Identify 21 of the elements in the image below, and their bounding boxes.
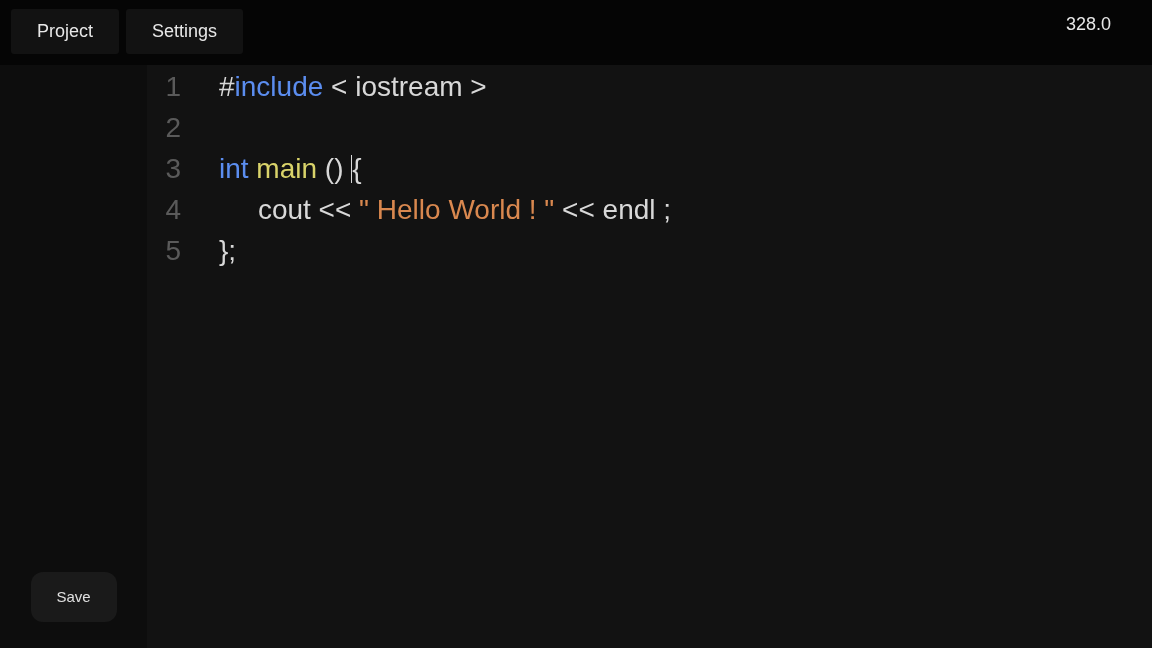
code-token: };	[219, 233, 237, 268]
counter-value: 328.0	[1065, 13, 1111, 36]
code-token: << endl ;	[561, 192, 672, 227]
menu-button[interactable]: Settings	[126, 9, 244, 54]
code-token: main	[256, 151, 318, 186]
code-token: cout <<	[256, 192, 353, 227]
line-number: 3	[164, 151, 181, 186]
save-button[interactable]: Save	[30, 572, 117, 622]
code-token: #	[219, 69, 235, 104]
line-number: 2	[164, 110, 181, 145]
line-number: 5	[164, 233, 181, 268]
text-cursor	[351, 154, 353, 183]
code-token: " Hello World ! "	[359, 192, 555, 227]
code-token: < iostream >	[330, 69, 487, 104]
code-token: include	[234, 69, 324, 104]
code-token: ()	[323, 151, 345, 186]
line-number: 4	[164, 192, 181, 227]
menu-button[interactable]: Project	[11, 9, 120, 54]
code-token: int	[219, 151, 250, 186]
line-number: 1	[164, 69, 181, 104]
code-token: {	[352, 151, 362, 186]
